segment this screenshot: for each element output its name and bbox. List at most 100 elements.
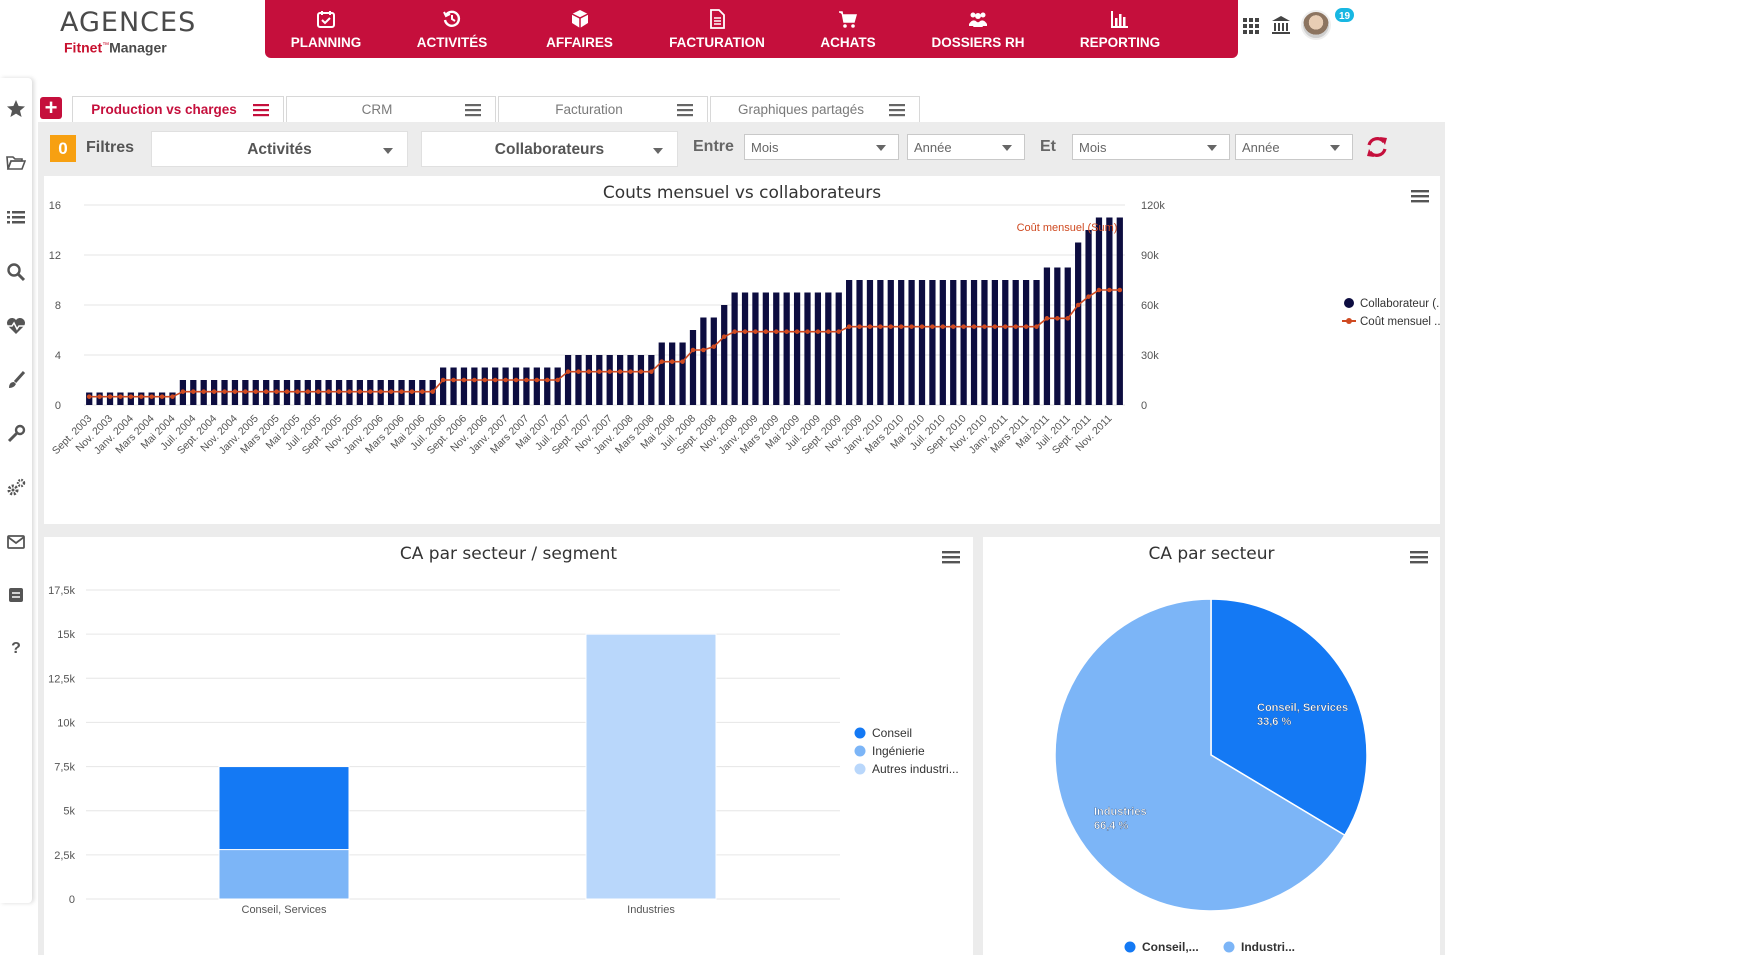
- tab-facturation[interactable]: Facturation: [498, 96, 708, 122]
- notification-badge[interactable]: 19: [1333, 6, 1357, 24]
- app-logo[interactable]: AGENCES Fitnet™Manager: [60, 8, 195, 64]
- end-year-select[interactable]: Année: [1235, 134, 1353, 160]
- mail-icon[interactable]: [5, 531, 27, 553]
- combo-chart: 0481216030k60k90k120kCoût mensuel (Sum)S…: [49, 200, 1440, 457]
- bar-collaborateurs: [679, 342, 686, 405]
- left-sidebar: ?: [0, 78, 32, 903]
- legend-marker: [1344, 298, 1354, 308]
- point-cout-mensuel: [701, 347, 706, 353]
- point-cout-mensuel: [138, 394, 144, 399]
- bar-collaborateurs: [877, 280, 884, 405]
- point-cout-mensuel: [534, 377, 540, 383]
- bar-collaborateurs: [658, 342, 665, 405]
- bar-collaborateurs: [596, 355, 603, 405]
- collaborateurs-dropdown[interactable]: Collaborateurs: [421, 131, 678, 167]
- start-year-select[interactable]: Année: [907, 134, 1025, 160]
- calendar-check-icon: [317, 10, 335, 28]
- refresh-icon[interactable]: [1364, 134, 1390, 160]
- wrench-icon[interactable]: [5, 423, 27, 445]
- nav-planning[interactable]: PLANNING: [265, 0, 387, 58]
- tab-graphiques-partages[interactable]: Graphiques partagés: [710, 96, 920, 122]
- nav-reporting[interactable]: REPORTING: [1052, 0, 1188, 58]
- bar-collaborateurs: [856, 280, 863, 405]
- nav-affaires[interactable]: AFFAIRES: [517, 0, 642, 58]
- tab-menu-icon[interactable]: [677, 103, 693, 117]
- legend-marker: [1346, 318, 1352, 324]
- bar-collaborateurs: [1022, 280, 1030, 405]
- point-cout-mensuel: [492, 377, 498, 383]
- legend-marker: [854, 763, 866, 775]
- bar-collaborateurs: [866, 280, 874, 405]
- history-icon: [443, 10, 461, 27]
- chart-panel-ca-secteur: CA par secteur Conseil, Services 33,6 % In…: [983, 537, 1440, 955]
- bar-collaborateurs: [492, 367, 499, 405]
- y-right-tick-label: 120k: [1141, 200, 1165, 212]
- heartbeat-icon[interactable]: [5, 315, 27, 337]
- folder-open-icon[interactable]: [5, 152, 27, 174]
- logo-subtitle: Fitnet™Manager: [64, 39, 167, 56]
- point-cout-mensuel: [305, 389, 311, 394]
- tab-production-vs-charges[interactable]: Production vs charges: [72, 96, 284, 122]
- y-left-tick-label: 0: [55, 400, 61, 412]
- bar-collaborateurs: [564, 355, 572, 405]
- point-cout-mensuel: [784, 329, 789, 334]
- point-cout-mensuel: [263, 389, 269, 394]
- search-icon[interactable]: [5, 261, 27, 283]
- x-tick-label: Industries: [627, 904, 675, 916]
- bar-collaborateurs: [773, 292, 780, 405]
- bar-collaborateurs: [440, 367, 447, 405]
- point-cout-mensuel: [586, 369, 592, 374]
- list-icon[interactable]: [5, 206, 27, 228]
- bar-collaborateurs: [471, 367, 478, 405]
- point-cout-mensuel: [399, 389, 404, 394]
- point-cout-mensuel: [295, 389, 300, 394]
- bar-collaborateurs: [1054, 267, 1061, 405]
- y-tick-label: 7,5k: [54, 762, 75, 774]
- settings-gears-icon[interactable]: [5, 477, 27, 499]
- y-tick-label: 2,5k: [54, 850, 75, 862]
- chart-panel-couts: Couts mensuel vs collaborateurs 0 4 8 12 16 0…: [44, 176, 1440, 524]
- y-left-tick-label: 4: [55, 350, 61, 362]
- legend-marker: [1223, 941, 1235, 953]
- legend-marker: [1124, 941, 1136, 953]
- legend-item: Ingénierie: [872, 744, 925, 758]
- end-month-select[interactable]: Mois: [1072, 134, 1230, 160]
- point-cout-mensuel: [1044, 316, 1050, 321]
- point-cout-mensuel: [919, 324, 925, 329]
- bar-collaborateurs: [721, 305, 728, 405]
- point-cout-mensuel: [451, 377, 456, 383]
- help-icon[interactable]: ?: [5, 638, 27, 660]
- nav-dossiers-rh[interactable]: DOSSIERS RH: [904, 0, 1052, 58]
- point-cout-mensuel: [878, 324, 883, 329]
- bar-collaborateurs: [1043, 267, 1051, 405]
- bar-collaborateurs: [1064, 267, 1071, 405]
- point-cout-mensuel: [1013, 324, 1018, 329]
- nav-facturation[interactable]: FACTURATION: [642, 0, 792, 58]
- users-icon: [969, 12, 987, 27]
- nav-achats[interactable]: ACHATS: [792, 0, 904, 58]
- nav-activites[interactable]: ACTIVITÉS: [387, 0, 517, 58]
- start-month-select[interactable]: Mois: [744, 134, 899, 160]
- bank-icon[interactable]: [1271, 15, 1291, 35]
- legend-item: Coût mensuel ...: [1360, 316, 1440, 328]
- tab-menu-icon[interactable]: [253, 103, 269, 117]
- tab-crm[interactable]: CRM: [286, 96, 496, 122]
- apps-grid-icon[interactable]: [1241, 15, 1261, 35]
- brush-icon[interactable]: [5, 369, 27, 391]
- point-cout-mensuel: [232, 389, 238, 394]
- tab-menu-icon[interactable]: [889, 103, 905, 117]
- y-tick-label: 17,5k: [48, 585, 75, 597]
- bar-ingenierie: [218, 849, 350, 900]
- point-cout-mensuel: [1065, 316, 1071, 321]
- point-cout-mensuel: [1002, 324, 1008, 329]
- bar-collaborateurs: [523, 367, 530, 405]
- user-avatar[interactable]: [1301, 10, 1331, 40]
- add-tab-button[interactable]: +: [40, 97, 62, 119]
- bar-autres: [585, 633, 717, 900]
- y-tick-label: 5k: [63, 806, 75, 818]
- tab-menu-icon[interactable]: [465, 103, 481, 117]
- bar-collaborateurs: [835, 292, 842, 405]
- favorites-star-icon[interactable]: [5, 98, 27, 120]
- activites-dropdown[interactable]: Activités: [151, 131, 408, 167]
- message-icon[interactable]: [5, 584, 27, 606]
